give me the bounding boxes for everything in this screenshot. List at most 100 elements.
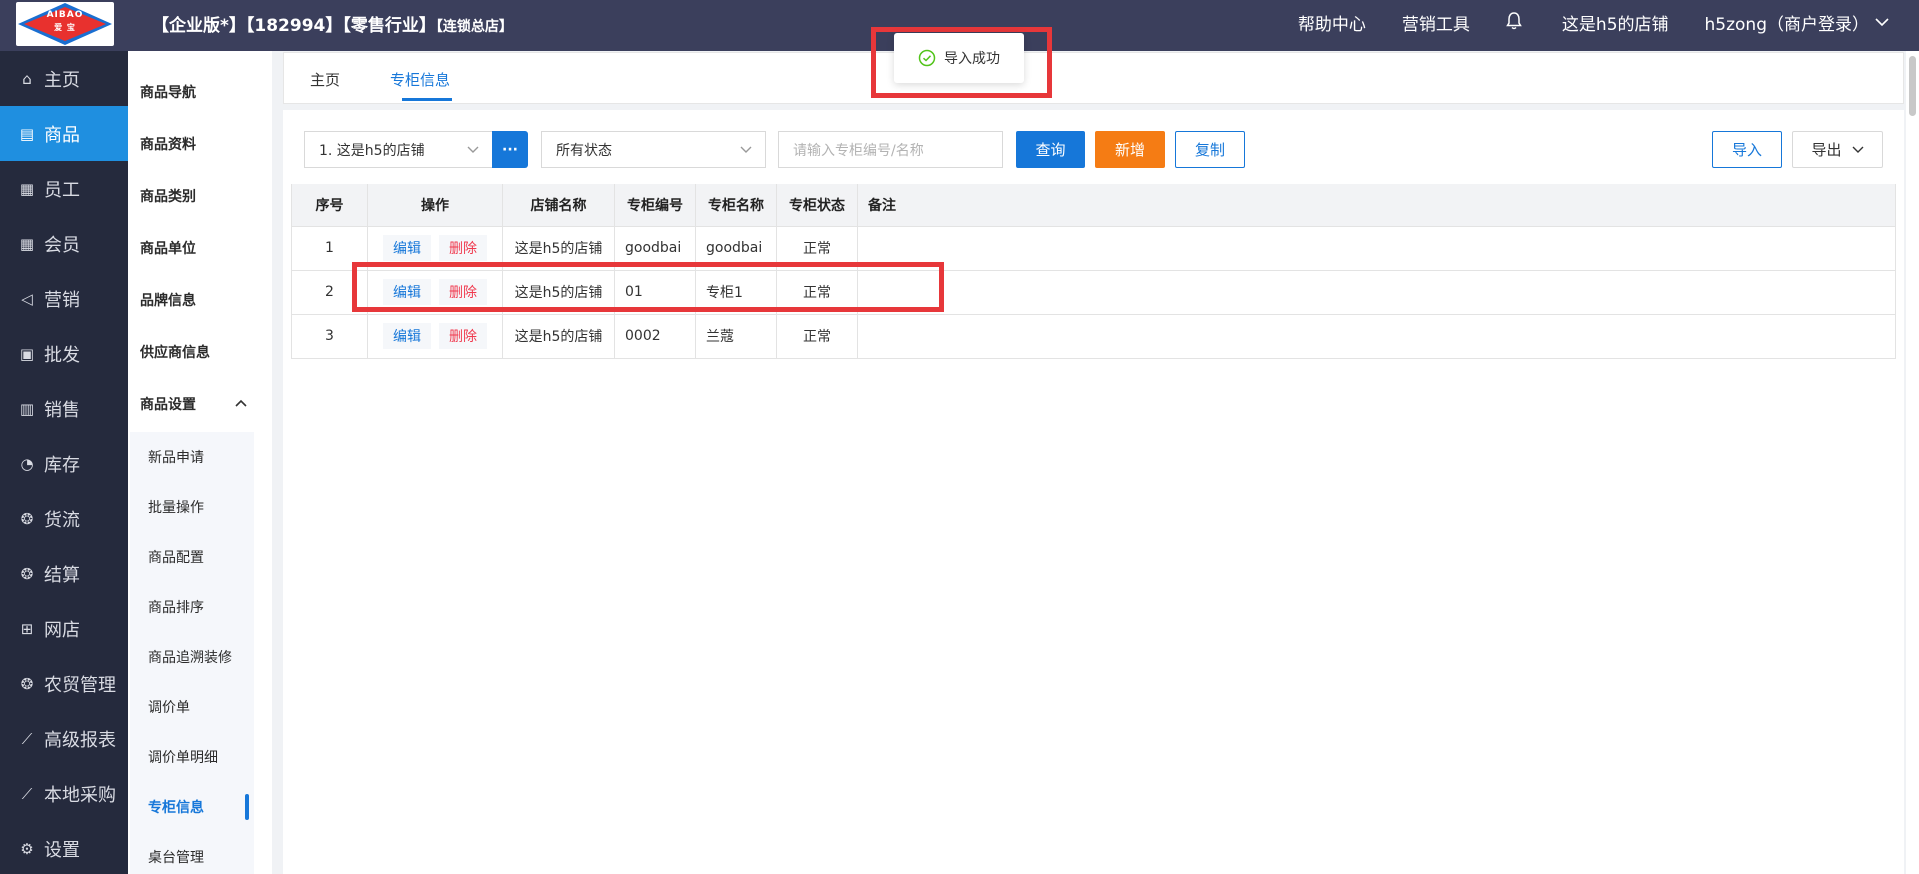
tab-counter-info[interactable]: 专柜信息 — [390, 69, 450, 90]
subnav-goods-config[interactable]: 商品配置 — [148, 547, 204, 567]
aibao-logo[interactable]: AIBAO 爱 宝 — [16, 2, 114, 46]
counter-table: 序号 操作 店铺名称 专柜编号 专柜名称 专柜状态 备注 1 编辑 删除 这是h5… — [291, 184, 1896, 359]
nav-inventory[interactable]: ◔ 库存 — [0, 436, 128, 491]
subnav-goods-unit[interactable]: 商品单位 — [140, 238, 196, 258]
delete-button[interactable]: 删除 — [439, 279, 487, 305]
nav-purchase[interactable]: ⟋ 本地采购 — [0, 766, 128, 821]
nav-goods[interactable]: ▤ 商品 — [0, 106, 128, 161]
store-select-value: 1. 这是h5的店铺 — [319, 142, 425, 159]
subnav-goods-settings-group[interactable]: 商品设置 — [140, 394, 196, 414]
nav-label: 高级报表 — [44, 729, 116, 751]
subnav-brand[interactable]: 品牌信息 — [140, 290, 196, 310]
nav-wholesale[interactable]: ▣ 批发 — [0, 326, 128, 381]
cell-remark — [857, 225, 1896, 270]
delete-button[interactable]: 删除 — [439, 323, 487, 349]
nav-flow[interactable]: ❂ 货流 — [0, 491, 128, 546]
nav-staff[interactable]: ▦ 员工 — [0, 161, 128, 216]
subnav-price-adjust[interactable]: 调价单 — [148, 697, 190, 717]
subnav-batch[interactable]: 批量操作 — [148, 497, 204, 517]
check-circle-icon — [918, 49, 936, 67]
import-button[interactable]: 导入 — [1712, 131, 1782, 168]
nav-label: 批发 — [44, 344, 80, 366]
nav-label: 员工 — [44, 179, 80, 201]
chevron-down-icon — [467, 146, 479, 153]
cell-status: 正常 — [776, 313, 858, 359]
wholesale-icon: ▣ — [19, 344, 35, 363]
nav-label: 网店 — [44, 619, 80, 641]
nav-member[interactable]: ▦ 会员 — [0, 216, 128, 271]
nav-webshop[interactable]: ⊞ 网店 — [0, 601, 128, 656]
user-menu[interactable]: h5zong（商户登录） — [1705, 10, 1889, 35]
chevron-up-icon[interactable] — [234, 398, 248, 408]
cell-no: 3 — [291, 313, 368, 359]
subnav-trace-decor[interactable]: 商品追溯装修 — [148, 647, 232, 667]
goods-icon: ▤ — [19, 124, 35, 143]
active-indicator — [245, 794, 249, 820]
cell-remark — [857, 269, 1896, 314]
table-header: 序号 操作 店铺名称 专柜编号 专柜名称 专柜状态 备注 — [291, 184, 1896, 226]
add-button[interactable]: 新增 — [1095, 131, 1165, 168]
query-button[interactable]: 查询 — [1016, 131, 1085, 168]
logo-text: AIBAO — [46, 10, 84, 20]
nav-label: 农贸管理 — [44, 674, 116, 696]
cell-name: 专柜1 — [695, 269, 777, 314]
status-select-value: 所有状态 — [556, 142, 612, 159]
logo-subtext: 爱 宝 — [54, 23, 76, 32]
marketing-tools-link[interactable]: 营销工具 — [1402, 10, 1470, 35]
subnav-counter-info[interactable]: 专柜信息 — [148, 797, 204, 817]
chevron-down-icon — [1852, 146, 1863, 153]
org-info: 【企业版*】【182994】【零售行业】【连锁总店】 — [152, 11, 513, 36]
col-store: 店铺名称 — [502, 184, 615, 226]
nav-marketing[interactable]: ◁ 营销 — [0, 271, 128, 326]
edit-button[interactable]: 编辑 — [383, 279, 431, 305]
nav-farm[interactable]: ❂ 农贸管理 — [0, 656, 128, 711]
subnav-goods-info[interactable]: 商品资料 — [140, 134, 196, 154]
settle-icon: ❂ — [20, 564, 34, 583]
bell-icon[interactable] — [1506, 12, 1526, 32]
tab-home[interactable]: 主页 — [310, 69, 340, 90]
subnav-goods-sort[interactable]: 商品排序 — [148, 597, 204, 617]
table-row: 1 编辑 删除 这是h5的店铺 goodbai goodbai 正常 — [291, 225, 1896, 270]
nav-label: 本地采购 — [44, 784, 116, 806]
table-row: 2 编辑 删除 这是h5的店铺 01 专柜1 正常 — [291, 269, 1896, 314]
nav-settings[interactable]: ⚙ 设置 — [0, 821, 128, 874]
nav-sales[interactable]: ▥ 销售 — [0, 381, 128, 436]
nav-settle[interactable]: ❂ 结算 — [0, 546, 128, 601]
page-scrollbar[interactable] — [1906, 51, 1919, 874]
cell-name: goodbai — [695, 225, 777, 270]
search-placeholder: 请输入专柜编号/名称 — [793, 142, 924, 159]
subnav-price-adjust-detail[interactable]: 调价单明细 — [148, 747, 218, 767]
export-dropdown[interactable]: 导出 — [1792, 131, 1883, 168]
current-store-link[interactable]: 这是h5的店铺 — [1562, 10, 1669, 35]
megaphone-icon: ◁ — [21, 289, 33, 308]
store-select[interactable]: 1. 这是h5的店铺 — [304, 131, 493, 168]
nav-home[interactable]: ⌂ 主页 — [0, 51, 128, 106]
status-select[interactable]: 所有状态 — [541, 131, 766, 168]
cell-status: 正常 — [776, 269, 858, 314]
subnav-table-manage[interactable]: 桌台管理 — [148, 847, 204, 867]
col-remark: 备注 — [857, 184, 1896, 226]
help-center-link[interactable]: 帮助中心 — [1298, 10, 1366, 35]
subnav-supplier[interactable]: 供应商信息 — [140, 342, 210, 362]
subnav-new-goods[interactable]: 新品申请 — [148, 447, 204, 467]
edit-button[interactable]: 编辑 — [383, 323, 431, 349]
nav-label: 营销 — [44, 289, 80, 311]
nav-label: 货流 — [44, 509, 80, 531]
cell-store: 这是h5的店铺 — [502, 269, 615, 314]
copy-button[interactable]: 复制 — [1175, 131, 1245, 168]
nav-label: 主页 — [44, 69, 80, 91]
delete-button[interactable]: 删除 — [439, 235, 487, 261]
top-nav: 帮助中心 营销工具 这是h5的店铺 h5zong（商户登录） — [1298, 0, 1889, 44]
nav-reports[interactable]: ⟋ 高级报表 — [0, 711, 128, 766]
member-icon: ▦ — [19, 234, 35, 253]
org-store-type: 【连锁总店】 — [435, 19, 513, 35]
search-input[interactable]: 请输入专柜编号/名称 — [778, 131, 1003, 168]
cell-actions: 编辑 删除 — [367, 225, 503, 270]
subnav-goods-category[interactable]: 商品类别 — [140, 186, 196, 206]
scrollbar-thumb[interactable] — [1909, 56, 1916, 116]
store-more-button[interactable]: ··· — [492, 131, 528, 168]
cell-store: 这是h5的店铺 — [502, 313, 615, 359]
nav-label: 库存 — [44, 454, 80, 476]
edit-button[interactable]: 编辑 — [383, 235, 431, 261]
subnav-goods-nav[interactable]: 商品导航 — [140, 82, 196, 102]
